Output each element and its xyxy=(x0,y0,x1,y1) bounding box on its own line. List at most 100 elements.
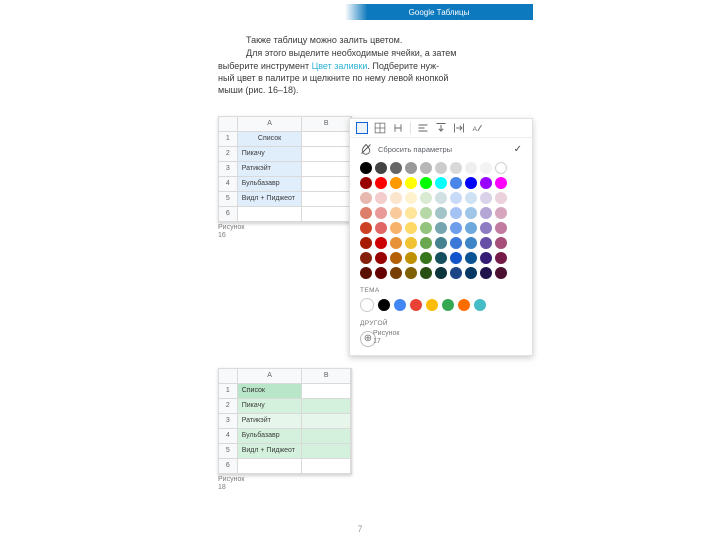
color-swatch[interactable] xyxy=(435,222,447,234)
reset-row[interactable]: Сбросить параметры ✓ xyxy=(350,138,532,158)
color-swatch[interactable] xyxy=(480,192,492,204)
color-swatch[interactable] xyxy=(435,162,447,174)
color-swatch[interactable] xyxy=(405,162,417,174)
color-swatch[interactable] xyxy=(495,252,507,264)
theme-color-swatch[interactable] xyxy=(378,299,390,311)
color-swatch[interactable] xyxy=(390,237,402,249)
color-swatch[interactable] xyxy=(375,237,387,249)
color-swatch[interactable] xyxy=(420,162,432,174)
color-swatch[interactable] xyxy=(405,207,417,219)
color-swatch[interactable] xyxy=(390,267,402,279)
color-swatch[interactable] xyxy=(465,162,477,174)
color-swatch[interactable] xyxy=(375,222,387,234)
color-swatch[interactable] xyxy=(465,267,477,279)
color-swatch[interactable] xyxy=(480,207,492,219)
color-swatch[interactable] xyxy=(435,267,447,279)
wrap-icon[interactable] xyxy=(453,122,465,134)
color-swatch[interactable] xyxy=(450,222,462,234)
rotate-icon[interactable]: A xyxy=(471,122,483,134)
color-swatch[interactable] xyxy=(375,207,387,219)
color-swatch[interactable] xyxy=(435,207,447,219)
color-swatch[interactable] xyxy=(435,177,447,189)
theme-color-swatch[interactable] xyxy=(360,298,374,312)
col-header-a: A xyxy=(237,369,302,383)
color-swatch[interactable] xyxy=(465,192,477,204)
color-swatch[interactable] xyxy=(420,252,432,264)
color-swatch[interactable] xyxy=(360,192,372,204)
merge-icon[interactable] xyxy=(392,122,404,134)
color-swatch[interactable] xyxy=(495,207,507,219)
fill-color-icon[interactable] xyxy=(356,122,368,134)
color-swatch[interactable] xyxy=(390,162,402,174)
cell-b4 xyxy=(302,176,351,191)
color-swatch[interactable] xyxy=(495,267,507,279)
color-swatch[interactable] xyxy=(435,252,447,264)
color-swatch[interactable] xyxy=(450,237,462,249)
color-swatch[interactable] xyxy=(480,222,492,234)
valign-icon[interactable] xyxy=(435,122,447,134)
color-swatch[interactable] xyxy=(360,252,372,264)
color-swatch[interactable] xyxy=(405,222,417,234)
color-swatch[interactable] xyxy=(450,162,462,174)
color-swatch[interactable] xyxy=(390,177,402,189)
color-swatch[interactable] xyxy=(480,252,492,264)
color-swatch[interactable] xyxy=(435,192,447,204)
color-swatch[interactable] xyxy=(435,237,447,249)
theme-color-swatch[interactable] xyxy=(442,299,454,311)
main-swatch-grid xyxy=(350,158,532,283)
color-swatch[interactable] xyxy=(450,207,462,219)
color-swatch[interactable] xyxy=(420,222,432,234)
color-swatch[interactable] xyxy=(390,192,402,204)
table-row: 3Ратикэйт xyxy=(219,161,351,176)
color-swatch[interactable] xyxy=(465,252,477,264)
color-swatch[interactable] xyxy=(360,267,372,279)
color-swatch[interactable] xyxy=(495,192,507,204)
color-swatch[interactable] xyxy=(450,252,462,264)
color-swatch[interactable] xyxy=(405,237,417,249)
color-swatch[interactable] xyxy=(390,222,402,234)
theme-color-swatch[interactable] xyxy=(426,299,438,311)
color-swatch[interactable] xyxy=(375,252,387,264)
color-swatch[interactable] xyxy=(360,222,372,234)
color-swatch[interactable] xyxy=(465,222,477,234)
borders-icon[interactable] xyxy=(374,122,386,134)
color-swatch[interactable] xyxy=(495,177,507,189)
color-swatch[interactable] xyxy=(360,177,372,189)
color-swatch[interactable] xyxy=(375,267,387,279)
theme-color-swatch[interactable] xyxy=(458,299,470,311)
color-swatch[interactable] xyxy=(420,177,432,189)
color-swatch[interactable] xyxy=(420,237,432,249)
color-swatch[interactable] xyxy=(420,192,432,204)
theme-color-swatch[interactable] xyxy=(474,299,486,311)
color-swatch[interactable] xyxy=(360,162,372,174)
color-swatch[interactable] xyxy=(480,177,492,189)
color-swatch[interactable] xyxy=(390,207,402,219)
color-swatch[interactable] xyxy=(480,267,492,279)
theme-color-swatch[interactable] xyxy=(394,299,406,311)
color-swatch[interactable] xyxy=(495,222,507,234)
color-swatch[interactable] xyxy=(480,162,492,174)
color-swatch[interactable] xyxy=(390,252,402,264)
color-swatch[interactable] xyxy=(450,177,462,189)
color-swatch[interactable] xyxy=(480,237,492,249)
color-swatch[interactable] xyxy=(375,192,387,204)
theme-color-swatch[interactable] xyxy=(410,299,422,311)
color-swatch[interactable] xyxy=(465,177,477,189)
color-swatch[interactable] xyxy=(375,177,387,189)
color-swatch[interactable] xyxy=(375,162,387,174)
color-swatch[interactable] xyxy=(495,237,507,249)
color-swatch[interactable] xyxy=(405,192,417,204)
color-swatch[interactable] xyxy=(360,237,372,249)
color-swatch[interactable] xyxy=(450,267,462,279)
color-swatch[interactable] xyxy=(450,192,462,204)
color-swatch[interactable] xyxy=(405,177,417,189)
color-swatch[interactable] xyxy=(465,207,477,219)
color-swatch[interactable] xyxy=(405,267,417,279)
color-swatch[interactable] xyxy=(405,252,417,264)
color-swatch[interactable] xyxy=(360,207,372,219)
color-swatch[interactable] xyxy=(465,237,477,249)
color-swatch[interactable] xyxy=(420,267,432,279)
color-swatch[interactable] xyxy=(420,207,432,219)
halign-icon[interactable] xyxy=(417,122,429,134)
color-swatch[interactable] xyxy=(495,162,507,174)
